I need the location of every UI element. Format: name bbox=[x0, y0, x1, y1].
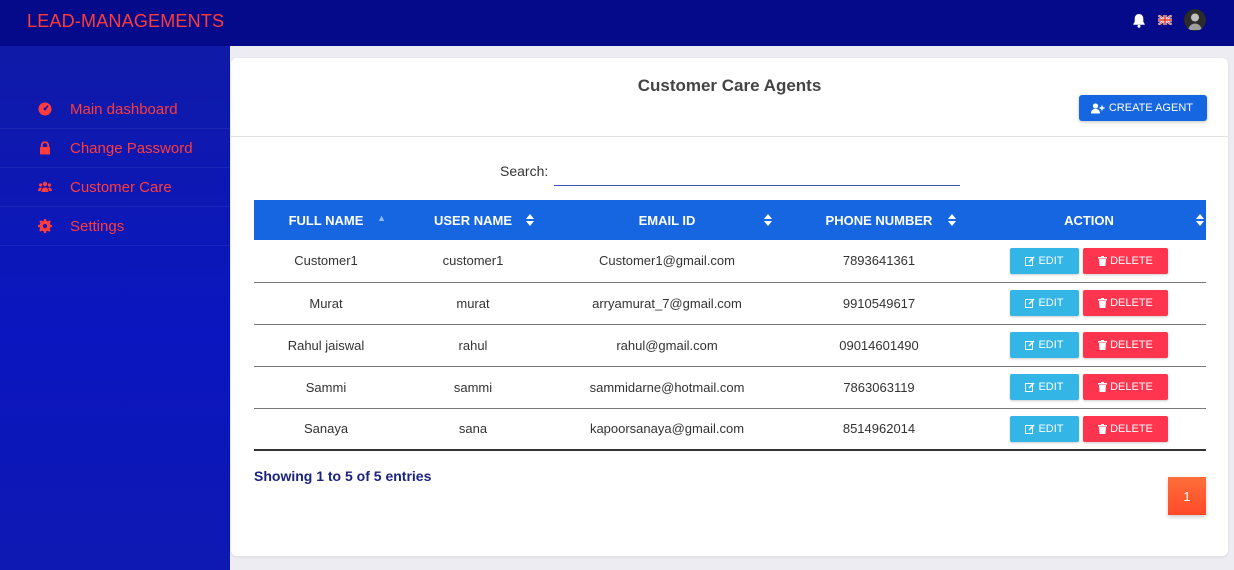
cell-actions: EDIT DELETE bbox=[972, 324, 1206, 367]
sort-asc-icon: ▲ bbox=[377, 213, 386, 223]
sidebar-nav: Main dashboard Change Password Customer … bbox=[0, 90, 230, 246]
bell-icon[interactable] bbox=[1132, 13, 1146, 28]
top-bar: LEAD-MANAGEMENTS bbox=[0, 0, 1234, 46]
table-info: Showing 1 to 5 of 5 entries bbox=[254, 468, 432, 484]
cell-user-name: rahul bbox=[398, 324, 548, 367]
cell-email: kapoorsanaya@gmail.com bbox=[548, 408, 786, 451]
table-row: Sanaya sana kapoorsanaya@gmail.com 85149… bbox=[254, 408, 1206, 451]
sidebar-item-settings[interactable]: Settings bbox=[0, 207, 230, 246]
cell-phone: 7893641361 bbox=[786, 240, 972, 283]
cell-phone: 9910549617 bbox=[786, 282, 972, 325]
cell-phone: 7863063119 bbox=[786, 366, 972, 409]
trash-icon bbox=[1098, 298, 1108, 308]
cell-actions: EDIT DELETE bbox=[972, 240, 1206, 283]
delete-button[interactable]: DELETE bbox=[1083, 415, 1168, 442]
delete-button[interactable]: DELETE bbox=[1083, 374, 1168, 400]
agents-table: FULL NAME ▲ USER NAME EMAIL ID PHONE NUM… bbox=[254, 200, 1206, 451]
uk-flag-icon[interactable] bbox=[1158, 15, 1172, 25]
cell-email: arryamurat_7@gmail.com bbox=[548, 282, 786, 325]
cell-phone: 8514962014 bbox=[786, 408, 972, 451]
delete-button[interactable]: DELETE bbox=[1083, 290, 1168, 316]
search-input[interactable] bbox=[554, 160, 960, 186]
edit-icon bbox=[1025, 256, 1035, 266]
cell-full-name: Murat bbox=[254, 282, 398, 325]
cell-actions: EDIT DELETE bbox=[972, 282, 1206, 325]
sort-icon bbox=[526, 214, 534, 226]
search-label: Search: bbox=[500, 163, 549, 179]
edit-button[interactable]: EDIT bbox=[1010, 247, 1079, 274]
edit-icon bbox=[1025, 382, 1035, 392]
delete-button[interactable]: DELETE bbox=[1083, 247, 1168, 274]
trash-icon bbox=[1098, 382, 1108, 392]
edit-icon bbox=[1025, 340, 1035, 350]
table-row: Murat murat arryamurat_7@gmail.com 99105… bbox=[254, 282, 1206, 325]
cell-user-name: sana bbox=[398, 408, 548, 451]
edit-button[interactable]: EDIT bbox=[1010, 374, 1079, 400]
sidebar: Main dashboard Change Password Customer … bbox=[0, 46, 230, 570]
top-icons bbox=[1132, 9, 1206, 31]
user-avatar[interactable] bbox=[1184, 9, 1206, 31]
gear-icon bbox=[38, 219, 52, 233]
trash-icon bbox=[1098, 423, 1108, 434]
brand-logo[interactable]: LEAD-MANAGEMENTS bbox=[27, 11, 224, 32]
delete-button[interactable]: DELETE bbox=[1083, 332, 1168, 358]
cell-full-name: Sanaya bbox=[254, 408, 398, 451]
create-agent-label: CREATE AGENT bbox=[1108, 102, 1193, 114]
column-header-email-id[interactable]: EMAIL ID bbox=[548, 200, 786, 240]
create-agent-button[interactable]: CREATE AGENT bbox=[1078, 95, 1207, 121]
user-plus-icon bbox=[1090, 102, 1105, 113]
table-row: Customer1 customer1 Customer1@gmail.com … bbox=[254, 240, 1206, 283]
cell-user-name: customer1 bbox=[398, 240, 548, 283]
cell-phone: 09014601490 bbox=[786, 324, 972, 367]
column-header-action[interactable]: ACTION bbox=[972, 200, 1206, 240]
cell-actions: EDIT DELETE bbox=[972, 366, 1206, 409]
sidebar-item-label: Main dashboard bbox=[70, 100, 178, 118]
sidebar-item-label: Change Password bbox=[70, 139, 193, 157]
page-title: Customer Care Agents bbox=[637, 76, 822, 95]
column-header-user-name[interactable]: USER NAME bbox=[398, 200, 548, 240]
column-header-full-name[interactable]: FULL NAME ▲ bbox=[254, 200, 398, 240]
users-icon bbox=[38, 181, 52, 192]
sort-icon bbox=[1196, 214, 1204, 226]
sort-icon bbox=[948, 214, 956, 226]
sidebar-item-change-password[interactable]: Change Password bbox=[0, 129, 230, 168]
column-header-phone-number[interactable]: PHONE NUMBER bbox=[786, 200, 972, 240]
edit-icon bbox=[1025, 424, 1035, 434]
table-row: Sammi sammi sammidarne@hotmail.com 78630… bbox=[254, 366, 1206, 409]
cell-full-name: Customer1 bbox=[254, 240, 398, 283]
cell-full-name: Sammi bbox=[254, 366, 398, 409]
table-row: Rahul jaiswal rahul rahul@gmail.com 0901… bbox=[254, 324, 1206, 367]
cell-actions: EDIT DELETE bbox=[972, 408, 1206, 451]
trash-icon bbox=[1098, 255, 1108, 266]
cell-email: sammidarne@hotmail.com bbox=[548, 366, 786, 409]
edit-button[interactable]: EDIT bbox=[1010, 332, 1079, 358]
sidebar-item-label: Customer Care bbox=[70, 178, 172, 196]
main-card: Customer Care Agents CREATE AGENT Search… bbox=[231, 58, 1228, 556]
cell-user-name: sammi bbox=[398, 366, 548, 409]
lock-icon bbox=[40, 141, 50, 155]
card-divider bbox=[231, 136, 1228, 137]
cell-user-name: murat bbox=[398, 282, 548, 325]
sidebar-item-customer-care[interactable]: Customer Care bbox=[0, 168, 230, 207]
edit-button[interactable]: EDIT bbox=[1010, 415, 1079, 442]
sidebar-item-main-dashboard[interactable]: Main dashboard bbox=[0, 90, 230, 129]
trash-icon bbox=[1098, 340, 1108, 350]
cell-full-name: Rahul jaiswal bbox=[254, 324, 398, 367]
sort-icon bbox=[764, 214, 772, 226]
cell-email: rahul@gmail.com bbox=[548, 324, 786, 367]
table-header-row: FULL NAME ▲ USER NAME EMAIL ID PHONE NUM… bbox=[254, 200, 1206, 240]
cell-email: Customer1@gmail.com bbox=[548, 240, 786, 283]
dashboard-icon bbox=[38, 102, 52, 116]
pagination-page-1[interactable]: 1 bbox=[1168, 477, 1206, 515]
edit-button[interactable]: EDIT bbox=[1010, 290, 1079, 316]
edit-icon bbox=[1025, 298, 1035, 308]
sidebar-item-label: Settings bbox=[70, 217, 125, 235]
